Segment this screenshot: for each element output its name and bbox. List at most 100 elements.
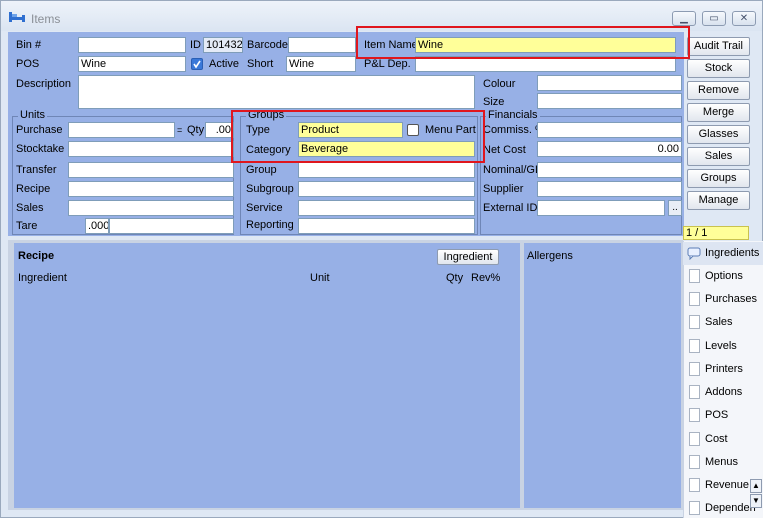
net-cost-field[interactable]: 0.00: [537, 141, 682, 157]
minimize-button[interactable]: ▁: [672, 11, 696, 26]
transfer-field[interactable]: [68, 162, 234, 178]
tab-label: Revenue: [705, 479, 750, 491]
col-qty-header: Qty: [446, 272, 464, 284]
document-icon: [689, 385, 700, 399]
pos-label: POS: [16, 58, 40, 70]
tab-cost[interactable]: Cost: [683, 428, 763, 451]
tab-label: Purchases: [705, 293, 757, 305]
tab-label: Cost: [705, 433, 728, 445]
subgroup-field[interactable]: [298, 181, 475, 197]
purchase-label: Purchase: [16, 124, 63, 136]
minimize-icon: ▁: [680, 13, 688, 24]
record-pager: 1 / 1: [683, 226, 749, 240]
tare-extra-field[interactable]: [109, 218, 234, 234]
tab-printers[interactable]: Printers: [683, 358, 763, 381]
tare-field[interactable]: .000: [85, 218, 109, 234]
tab-addons[interactable]: Addons: [683, 381, 763, 404]
external-id-label: External ID: [483, 202, 538, 214]
tab-ingredients[interactable]: Ingredients: [683, 242, 763, 265]
nominal-gl-label: Nominal/GL: [483, 164, 542, 176]
sales-unit-field[interactable]: [68, 200, 234, 216]
commiss-field[interactable]: [537, 122, 682, 138]
external-id-field[interactable]: [537, 200, 665, 216]
document-icon: [689, 339, 700, 353]
external-id-browse-button[interactable]: ..: [668, 200, 682, 216]
glasses-button[interactable]: Glasses: [687, 125, 750, 144]
tab-sales[interactable]: Sales: [683, 311, 763, 334]
service-label: Service: [246, 202, 283, 214]
document-icon: [689, 501, 700, 515]
document-icon: [689, 269, 700, 283]
tab-label: Dependen: [705, 502, 756, 514]
equals-sign: =: [177, 125, 183, 135]
id-field: 101432: [203, 37, 243, 53]
pos-field[interactable]: Wine: [78, 56, 186, 72]
scroll-up-button[interactable]: ▲: [750, 479, 762, 493]
colour-label: Colour: [483, 78, 516, 90]
document-icon: [689, 315, 700, 329]
tab-label: Addons: [705, 386, 743, 398]
recipe-unit-label: Recipe: [16, 183, 51, 195]
recipe-unit-field[interactable]: [68, 181, 234, 197]
financials-title: Financials: [486, 109, 540, 121]
tab-label: POS: [705, 409, 729, 421]
tab-label: Options: [705, 270, 743, 282]
scroll-down-button[interactable]: ▼: [750, 494, 762, 508]
document-icon: [689, 432, 700, 446]
stock-button[interactable]: Stock: [687, 59, 750, 78]
tab-pos[interactable]: POS: [683, 404, 763, 427]
description-label: Description: [16, 78, 72, 90]
tab-label: Ingredients: [705, 247, 760, 259]
purchase-field[interactable]: [68, 122, 175, 138]
group-field[interactable]: [298, 162, 475, 178]
supplier-field[interactable]: [537, 181, 682, 197]
service-field[interactable]: [298, 200, 475, 216]
document-icon: [689, 478, 700, 492]
maximize-button[interactable]: ▭: [702, 11, 726, 26]
barcode-label: Barcode: [247, 39, 288, 51]
bin-field[interactable]: [78, 37, 186, 53]
bin-label: Bin #: [16, 39, 42, 51]
reporting-field[interactable]: [298, 218, 475, 234]
tab-menus[interactable]: Menus: [683, 451, 763, 474]
short-field[interactable]: Wine: [286, 56, 356, 72]
sales-button[interactable]: Sales: [687, 147, 750, 166]
size-field[interactable]: [537, 93, 682, 109]
barcode-field[interactable]: [288, 37, 356, 53]
sales-unit-label: Sales: [16, 202, 44, 214]
document-icon: [689, 362, 700, 376]
allergens-panel: [524, 243, 681, 508]
subgroup-label: Subgroup: [246, 183, 294, 195]
manage-button[interactable]: Manage: [687, 191, 750, 210]
size-label: Size: [483, 96, 505, 108]
short-label: Short: [247, 58, 274, 70]
units-title: Units: [18, 109, 48, 121]
close-icon: ✕: [739, 13, 749, 24]
description-field[interactable]: [78, 75, 475, 109]
recipe-title: Recipe: [18, 250, 55, 262]
checkmark-icon: [191, 58, 203, 70]
nominal-gl-field[interactable]: [537, 162, 682, 178]
qty-field[interactable]: .00: [205, 122, 234, 138]
close-button[interactable]: ✕: [732, 11, 756, 26]
supplier-label: Supplier: [483, 183, 524, 195]
col-rev-header: Rev%: [471, 272, 501, 284]
add-ingredient-button[interactable]: Ingredient: [437, 249, 499, 265]
stocktake-field[interactable]: [68, 141, 234, 157]
tab-levels[interactable]: Levels: [683, 335, 763, 358]
bed-icon: [9, 12, 25, 22]
groups-button[interactable]: Groups: [687, 169, 750, 188]
merge-button[interactable]: Merge: [687, 103, 750, 122]
tab-label: Menus: [705, 456, 739, 468]
remove-button[interactable]: Remove: [687, 81, 750, 100]
commiss-label: Commiss. %: [483, 124, 545, 136]
tab-options[interactable]: Options: [683, 265, 763, 288]
arrow-up-icon: ▲: [752, 481, 760, 490]
recipe-panel: [14, 243, 520, 508]
colour-field[interactable]: [537, 75, 682, 91]
document-icon: [689, 292, 700, 306]
active-checkbox[interactable]: Active: [191, 56, 243, 72]
audit-trail-button[interactable]: Audit Trail: [687, 37, 750, 56]
stocktake-label: Stocktake: [16, 143, 65, 155]
tab-purchases[interactable]: Purchases: [683, 288, 763, 311]
